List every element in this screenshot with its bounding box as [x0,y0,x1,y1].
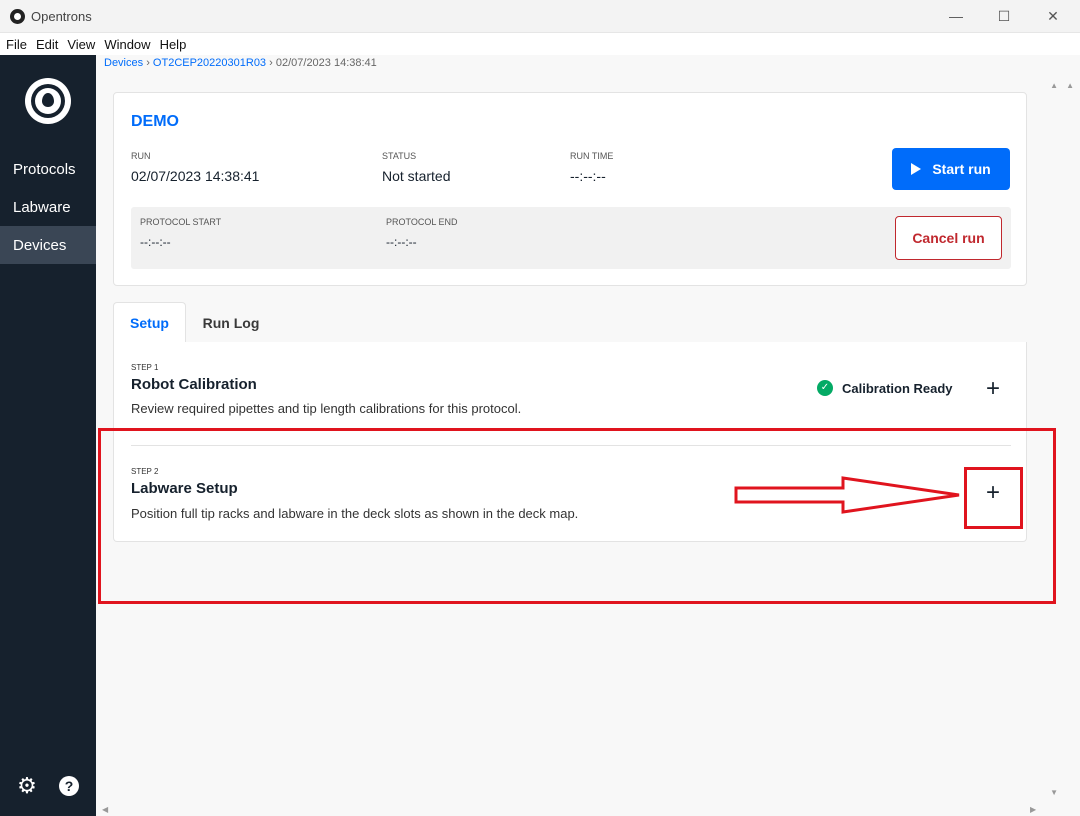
breadcrumb-separator: › [146,57,150,69]
menu-help[interactable]: Help [160,37,187,52]
scroll-up-arrow-icon[interactable]: ▲ [1050,81,1058,90]
protocol-end-value: --:--:-- [386,235,417,249]
breadcrumb: Devices › OT2CEP20220301R03 › 02/07/2023… [104,57,377,69]
help-icon[interactable]: ? [59,776,79,796]
sidebar-item-devices[interactable]: Devices [0,226,96,264]
protocol-start-value: --:--:-- [140,235,171,249]
title-bar: Opentrons — ☐ ✕ [0,0,1080,33]
step-1-description: Review required pipettes and tip length … [131,401,522,416]
menu-edit[interactable]: Edit [36,37,58,52]
play-icon [911,163,922,175]
step-1-label: STEP 1 [131,363,159,372]
start-run-label: Start run [932,161,991,177]
breadcrumb-run: 02/07/2023 14:38:41 [275,57,377,69]
sidebar-item-protocols[interactable]: Protocols [0,150,96,188]
annotation-plus-highlight-box [964,467,1023,529]
menu-bar: File Edit View Window Help [0,33,1080,55]
scroll-up-arrow-icon[interactable]: ▲ [1066,81,1074,90]
minimize-button[interactable]: — [933,0,979,32]
opentrons-app-icon [10,9,25,24]
protocol-end-label: PROTOCOL END [386,217,458,227]
gear-icon[interactable]: ⚙ [16,775,38,797]
run-time-value: --:--:-- [570,168,606,184]
opentrons-logo-icon [25,78,71,124]
breadcrumb-devices[interactable]: Devices [104,57,143,69]
run-value: 02/07/2023 14:38:41 [131,168,260,184]
close-button[interactable]: ✕ [1030,0,1076,32]
menu-file[interactable]: File [6,37,27,52]
breadcrumb-separator: › [269,57,273,69]
scroll-right-arrow-icon[interactable]: ▶ [1030,805,1036,814]
menu-window[interactable]: Window [104,37,150,52]
start-run-button[interactable]: Start run [892,148,1010,190]
protocol-title: DEMO [131,113,179,130]
maximize-button[interactable]: ☐ [981,0,1027,32]
protocol-start-label: PROTOCOL START [140,217,222,227]
run-time-label: RUN TIME [570,151,614,161]
expand-robot-calibration-button[interactable]: + [981,377,1005,402]
annotation-arrow-icon [734,476,960,514]
protocol-times-panel: PROTOCOL START --:--:-- PROTOCOL END --:… [131,207,1011,269]
scroll-down-arrow-icon[interactable]: ▼ [1050,788,1058,797]
tab-setup[interactable]: Setup [113,302,186,343]
status-label: STATUS [382,151,417,161]
run-header-card: DEMO RUN 02/07/2023 14:38:41 STATUS Not … [113,92,1027,286]
sidebar: Protocols Labware Devices ⚙ ? [0,55,96,816]
tab-run-log[interactable]: Run Log [187,302,275,343]
window-title: Opentrons [31,9,92,24]
check-circle-icon: ✓ [817,380,833,396]
sidebar-item-labware[interactable]: Labware [0,188,96,226]
step-1-title: Robot Calibration [131,376,257,393]
calibration-status: ✓ Calibration Ready [817,380,953,396]
status-value: Not started [382,168,451,184]
run-label: RUN [131,151,151,161]
breadcrumb-robot[interactable]: OT2CEP20220301R03 [153,57,266,69]
scroll-left-arrow-icon[interactable]: ◀ [102,805,108,814]
cancel-run-button[interactable]: Cancel run [895,216,1002,260]
calibration-status-text: Calibration Ready [842,380,953,396]
menu-view[interactable]: View [67,37,95,52]
